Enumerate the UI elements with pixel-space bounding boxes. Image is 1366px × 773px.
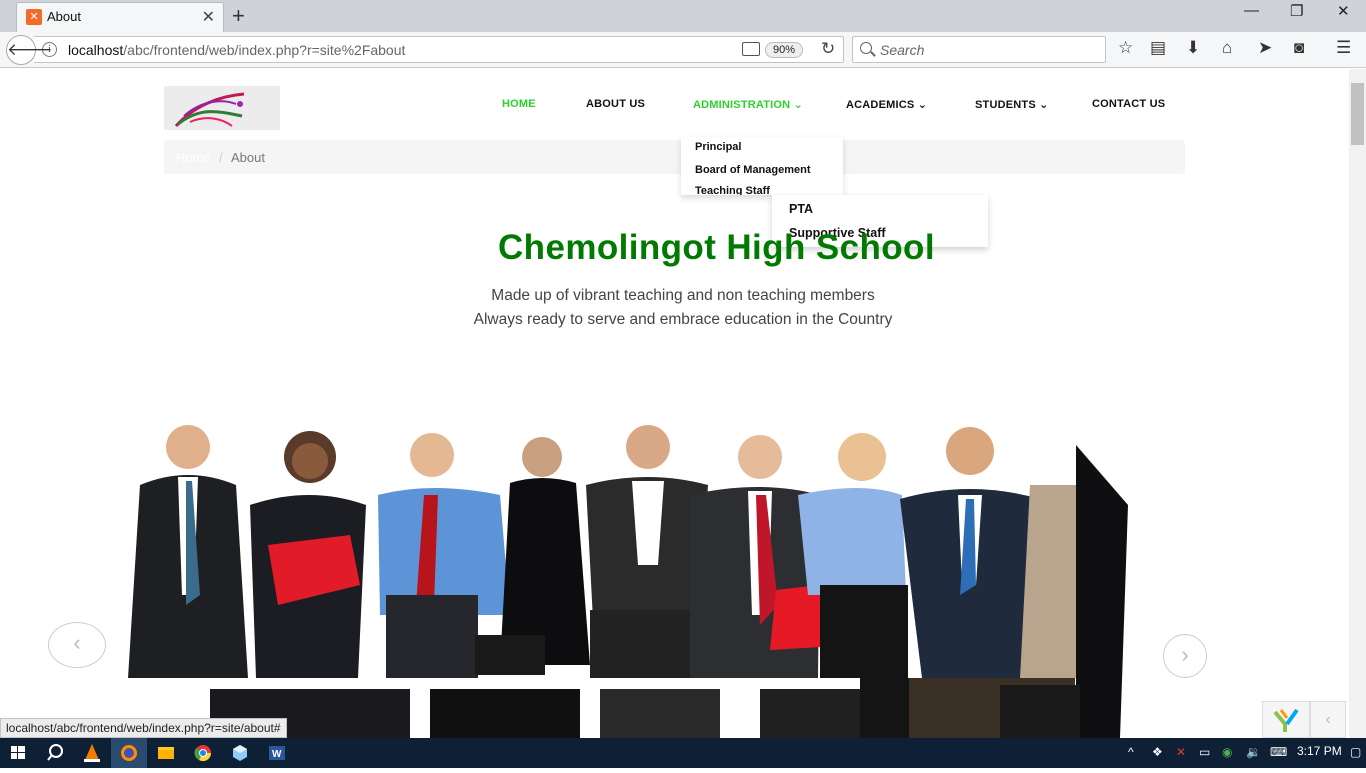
yii-debug-logo-icon[interactable] bbox=[1262, 701, 1310, 738]
chevron-down-icon: ⌄ bbox=[917, 99, 928, 111]
address-bar[interactable]: i localhost/abc/frontend/web/index.php?r… bbox=[34, 36, 844, 63]
taskbar-clock[interactable]: 3:17 PM bbox=[1297, 744, 1342, 758]
reading-list-icon[interactable]: ▤ bbox=[1150, 38, 1166, 58]
firefox-icon[interactable] bbox=[111, 738, 147, 768]
taskbar-search-glyph bbox=[47, 744, 63, 761]
subtitle-line-1: Made up of vibrant teaching and non teac… bbox=[491, 287, 875, 304]
nav-administration[interactable]: ADMINISTRATION ⌄ bbox=[693, 98, 803, 111]
url-text[interactable]: localhost/abc/frontend/web/index.php?r=s… bbox=[68, 42, 405, 58]
zoom-level-badge[interactable]: 90% bbox=[765, 42, 803, 58]
downloads-icon[interactable]: ⬇ bbox=[1186, 38, 1200, 58]
logo-graphic bbox=[174, 92, 245, 128]
breadcrumb-separator: / bbox=[219, 150, 223, 165]
breadcrumb-current: About bbox=[231, 150, 265, 165]
nav-about-us[interactable]: ABOUT US bbox=[586, 98, 645, 110]
back-button[interactable]: 🡐 bbox=[6, 35, 53, 65]
xampp-favicon-icon: ✕ bbox=[26, 9, 42, 25]
close-window-icon[interactable]: ✕ bbox=[1337, 2, 1350, 20]
battery-icon[interactable]: ▭ bbox=[1199, 745, 1210, 759]
page-heading: Chemolingot High School bbox=[498, 228, 935, 267]
tray-chevron-up-icon[interactable]: ^ bbox=[1128, 745, 1134, 759]
site-logo[interactable] bbox=[164, 86, 280, 130]
reader-view-icon[interactable] bbox=[742, 42, 760, 56]
chrome-glyph bbox=[194, 745, 212, 762]
chrome-icon[interactable] bbox=[185, 738, 221, 768]
windows-taskbar: W ^ ❖ ✕ ▭ ◉ 🔉 ⌨ 3:17 PM ▢ bbox=[0, 738, 1366, 768]
dropdown-item-board-of-management[interactable]: Board of Management bbox=[695, 164, 811, 176]
scrollbar-thumb[interactable] bbox=[1351, 83, 1364, 145]
new-tab-icon[interactable]: + bbox=[232, 3, 245, 29]
nav-administration-label: ADMINISTRATION bbox=[693, 99, 791, 111]
administration-dropdown: Principal Board of Management Teaching S… bbox=[681, 137, 843, 195]
search-box[interactable]: Search bbox=[852, 36, 1106, 63]
dropbox-icon[interactable]: ❖ bbox=[1152, 745, 1163, 759]
nav-contact-us[interactable]: CONTACT US bbox=[1092, 98, 1165, 110]
chevron-down-icon: ⌄ bbox=[1039, 99, 1049, 111]
virtualbox-glyph bbox=[233, 745, 247, 761]
reload-icon[interactable]: ↻ bbox=[821, 39, 835, 59]
url-host: localhost bbox=[68, 42, 124, 58]
breadcrumb-home-link[interactable]: Home bbox=[176, 150, 211, 165]
yii-logo bbox=[1273, 708, 1299, 732]
dropdown-item-teaching-staff[interactable]: Teaching Staff bbox=[695, 185, 770, 195]
nav-academics-label: ACADEMICS bbox=[846, 99, 915, 111]
vlc-icon[interactable] bbox=[74, 738, 110, 768]
send-icon[interactable]: ➤ bbox=[1258, 38, 1272, 58]
minimize-icon[interactable]: — bbox=[1244, 2, 1259, 19]
browser-tab[interactable]: ✕ About ✕ bbox=[16, 2, 224, 32]
nav-students[interactable]: STUDENTS ⌄ bbox=[975, 98, 1049, 111]
carousel-prev-button[interactable]: ‹ bbox=[48, 622, 106, 668]
nav-home[interactable]: HOME bbox=[502, 98, 536, 110]
search-icon[interactable] bbox=[37, 738, 73, 768]
virtualbox-icon[interactable] bbox=[222, 738, 258, 768]
home-icon[interactable]: ⌂ bbox=[1222, 38, 1232, 58]
yii-toolbar-toggle-icon[interactable]: ‹ bbox=[1310, 701, 1346, 738]
search-placeholder: Search bbox=[880, 42, 925, 58]
nav-academics[interactable]: ACADEMICS ⌄ bbox=[846, 98, 927, 111]
hamburger-menu-icon[interactable]: ☰ bbox=[1336, 38, 1351, 58]
pocket-icon[interactable]: ◙ bbox=[1294, 38, 1304, 58]
chevron-down-icon: ⌄ bbox=[793, 99, 803, 111]
file-explorer-icon[interactable] bbox=[148, 738, 184, 768]
keyboard-icon[interactable]: ⌨ bbox=[1270, 745, 1287, 759]
start-icon[interactable] bbox=[0, 738, 36, 768]
vlc-cone bbox=[84, 744, 100, 762]
status-bar-url: localhost/abc/frontend/web/index.php?r=s… bbox=[0, 718, 287, 738]
action-center-icon[interactable]: ▢ bbox=[1350, 745, 1361, 759]
tab-title: About bbox=[47, 9, 81, 24]
word-glyph: W bbox=[269, 746, 285, 760]
word-icon[interactable]: W bbox=[259, 738, 295, 768]
volume-icon[interactable]: 🔉 bbox=[1246, 745, 1261, 759]
dropdown-item-principal[interactable]: Principal bbox=[695, 141, 741, 153]
language-icon[interactable]: ◉ bbox=[1222, 745, 1232, 759]
image-carousel: ‹ › bbox=[0, 395, 1366, 738]
firefox-globe bbox=[121, 745, 137, 761]
network-error-icon[interactable]: ✕ bbox=[1176, 745, 1186, 759]
breadcrumb: Home / About bbox=[164, 140, 1185, 174]
dropdown-item-pta[interactable]: PTA bbox=[789, 202, 813, 216]
subtitle-line-2: Always ready to serve and embrace educat… bbox=[473, 311, 893, 328]
carousel-next-button[interactable]: › bbox=[1163, 634, 1207, 678]
browser-tab-strip: ✕ About ✕ + — ❐ ✕ bbox=[0, 0, 1366, 32]
bookmark-star-icon[interactable]: ☆ bbox=[1118, 38, 1133, 58]
staff-group-photo bbox=[124, 395, 1128, 738]
page-scrollbar[interactable] bbox=[1349, 69, 1366, 738]
restore-icon[interactable]: ❐ bbox=[1290, 2, 1303, 20]
folder-glyph bbox=[158, 747, 174, 759]
url-path: /abc/frontend/web/index.php?r=site%2Fabo… bbox=[123, 42, 406, 58]
tab-close-icon[interactable]: ✕ bbox=[202, 7, 215, 27]
search-icon bbox=[860, 42, 872, 54]
nav-students-label: STUDENTS bbox=[975, 99, 1036, 111]
windows-logo bbox=[11, 746, 25, 759]
svg-text:W: W bbox=[272, 749, 282, 760]
